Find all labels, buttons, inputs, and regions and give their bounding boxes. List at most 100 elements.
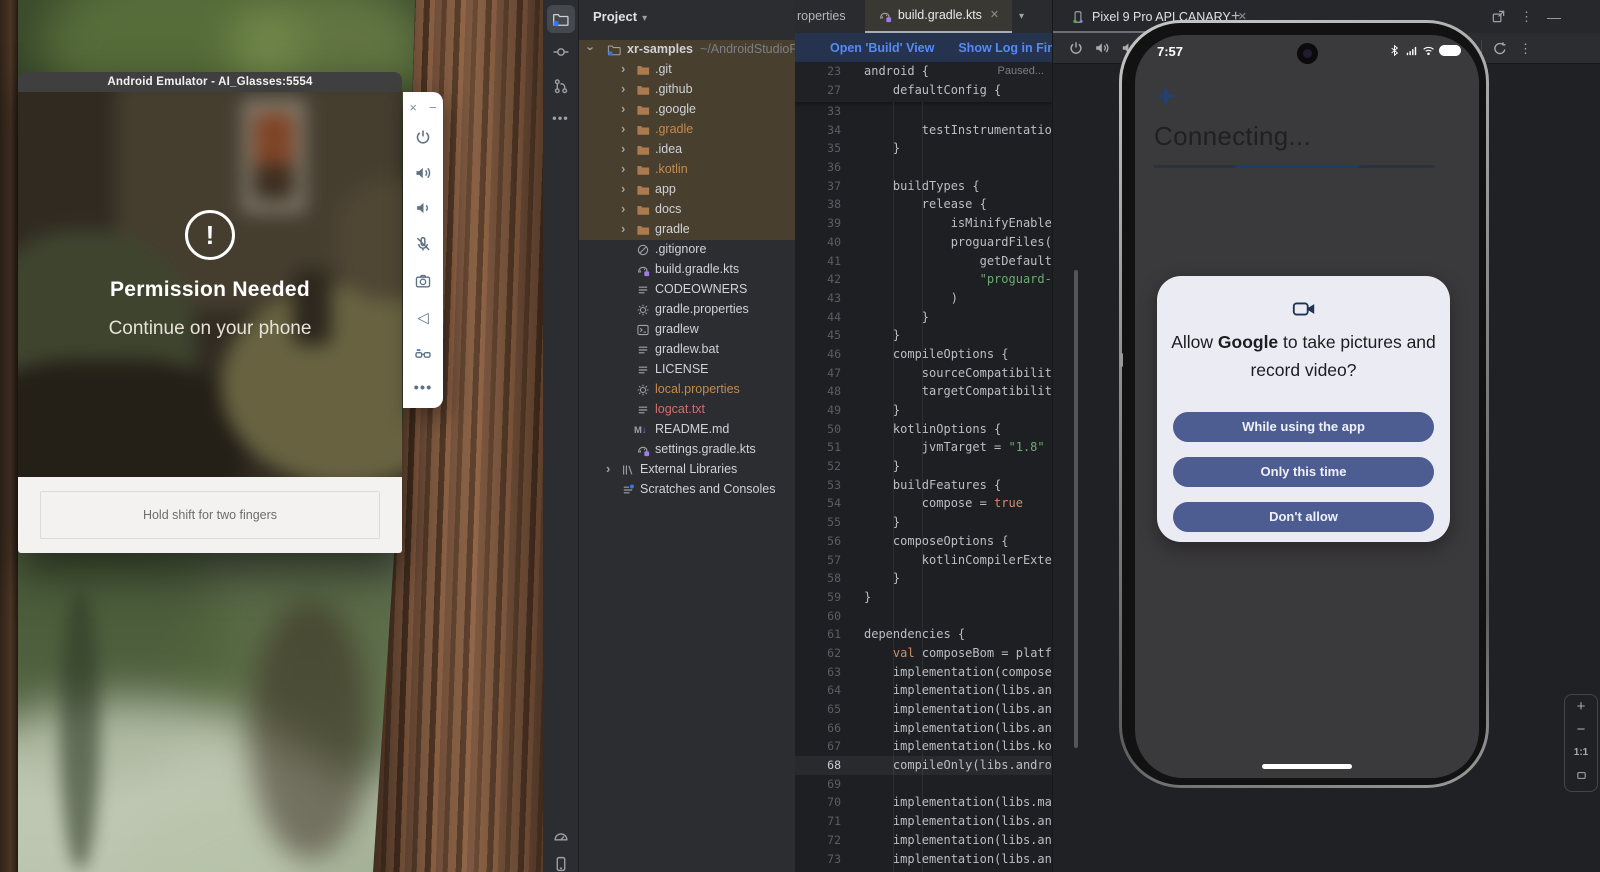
text-file-icon: [636, 403, 650, 417]
panel-options-icon[interactable]: ⋮: [1520, 9, 1533, 25]
more-tool-windows-icon[interactable]: •••: [552, 111, 569, 126]
actual-size-button[interactable]: 1:1: [1565, 741, 1597, 764]
folder-icon: [636, 143, 650, 157]
gradle-file-icon: [636, 263, 650, 277]
chevron-right-icon[interactable]: ›: [621, 161, 625, 176]
close-icon[interactable]: ×: [409, 100, 423, 115]
chevron-right-icon[interactable]: ›: [621, 101, 625, 116]
tree-item-root[interactable]: › xr-samples~/AndroidStudioProje: [579, 40, 795, 60]
project-panel-header[interactable]: Project▾: [593, 0, 647, 34]
tree-item-logcat[interactable]: logcat.txt: [579, 400, 795, 420]
library-icon: [621, 463, 635, 477]
profiler-tool-icon[interactable]: [552, 827, 569, 844]
mic-off-icon[interactable]: [414, 235, 432, 253]
tree-item-github[interactable]: ›.github: [579, 80, 795, 100]
emulator-screen[interactable]: ! Permission Needed Continue on your pho…: [18, 92, 402, 477]
folder-icon: [636, 203, 650, 217]
volume-up-icon[interactable]: [1093, 40, 1110, 57]
show-log-link[interactable]: Show Log in Finder: [958, 41, 1052, 55]
tree-item-gitignore[interactable]: .gitignore: [579, 240, 795, 260]
chevron-expanded-icon[interactable]: ›: [584, 46, 599, 50]
tree-item-gradle-wrapper[interactable]: ›gradle: [579, 220, 795, 240]
hide-panel-icon[interactable]: —: [1547, 9, 1561, 25]
text-file-icon: [636, 283, 650, 297]
permission-dialog: Allow Google to take pictures and record…: [1157, 276, 1450, 542]
pull-requests-tool-icon[interactable]: [552, 78, 569, 95]
tree-item-external-libraries[interactable]: ›External Libraries: [579, 460, 795, 480]
emulator-hint-panel: Hold shift for two fingers: [18, 477, 402, 553]
chevron-right-icon[interactable]: ›: [621, 201, 625, 216]
tree-item-gradlew[interactable]: gradlew: [579, 320, 795, 340]
zoom-in-button[interactable]: +: [1565, 695, 1597, 718]
tree-item-scratches[interactable]: Scratches and Consoles: [579, 480, 795, 500]
open-in-window-icon[interactable]: [1491, 9, 1506, 24]
close-tab-icon[interactable]: ✕: [990, 0, 999, 32]
tree-item-google[interactable]: ›.google: [579, 100, 795, 120]
while-using-app-button[interactable]: While using the app: [1173, 412, 1434, 442]
emulator-title-bar[interactable]: Android Emulator - AI_Glasses:5554: [18, 72, 402, 92]
permission-subtitle: Continue on your phone: [18, 318, 402, 340]
panel-scrollbar[interactable]: [1074, 270, 1078, 748]
hidden-tabs-icon[interactable]: ▾: [1019, 0, 1024, 33]
chevron-right-icon[interactable]: ›: [621, 61, 625, 76]
tree-item-settings-gradle[interactable]: settings.gradle.kts: [579, 440, 795, 460]
folder-icon: [636, 103, 650, 117]
project-tool-icon[interactable]: [547, 5, 575, 33]
properties-file-icon: [636, 383, 650, 397]
project-panel: Project▾ › xr-samples~/AndroidStudioProj…: [579, 0, 795, 872]
alert-icon: !: [185, 210, 235, 260]
reset-icon[interactable]: [1491, 40, 1508, 57]
folder-icon: [636, 83, 650, 97]
tab-gradle-properties[interactable]: roperties: [797, 0, 846, 33]
chevron-right-icon[interactable]: ›: [621, 181, 625, 196]
tree-item-git[interactable]: ›.git: [579, 60, 795, 80]
tree-item-idea[interactable]: ›.idea: [579, 140, 795, 160]
tree-item-codeowners[interactable]: CODEOWNERS: [579, 280, 795, 300]
tree-item-build-gradle[interactable]: build.gradle.kts: [579, 260, 795, 280]
permission-overlay: ! Permission Needed Continue on your pho…: [18, 210, 402, 340]
more-icon[interactable]: •••: [414, 381, 433, 396]
chevron-right-icon[interactable]: ›: [621, 81, 625, 96]
back-icon[interactable]: ◁: [417, 311, 429, 326]
device-manager-tool-icon[interactable]: [552, 856, 569, 872]
power-icon[interactable]: [414, 128, 432, 146]
tree-item-kotlin[interactable]: ›.kotlin: [579, 160, 795, 180]
open-build-view-link[interactable]: Open 'Build' View: [830, 41, 934, 55]
fit-to-window-icon[interactable]: [1575, 769, 1588, 782]
code-area[interactable]: 3334 testInstrumentationR35 }3637 buildT…: [795, 102, 1052, 872]
volume-down-icon[interactable]: [414, 199, 432, 217]
commit-tool-icon[interactable]: [552, 44, 569, 61]
tree-item-readme[interactable]: M↓README.md: [579, 420, 795, 440]
volume-up-icon[interactable]: [414, 164, 432, 182]
power-icon[interactable]: [1067, 40, 1084, 57]
editor-banner: Open 'Build' View Show Log in Finder: [795, 33, 1052, 62]
gradle-file-icon: [636, 443, 650, 457]
chevron-right-icon[interactable]: ›: [621, 221, 625, 236]
only-this-time-button[interactable]: Only this time: [1173, 457, 1434, 487]
device-screen[interactable]: 7:57 Connecting... A: [1135, 35, 1479, 778]
toolbar-more-icon[interactable]: ⋮: [1517, 40, 1534, 57]
tool-window-stripe: •••: [543, 0, 579, 872]
battery-icon: [1439, 45, 1461, 56]
zoom-out-button[interactable]: −: [1565, 718, 1597, 741]
minimize-icon[interactable]: −: [429, 100, 437, 115]
chevron-right-icon[interactable]: ›: [621, 121, 625, 136]
tree-item-gradle-properties[interactable]: gradle.properties: [579, 300, 795, 320]
tree-item-docs[interactable]: ›docs: [579, 200, 795, 220]
project-folder-icon: [607, 43, 621, 57]
tree-item-gradle-dir[interactable]: ›.gradle: [579, 120, 795, 140]
tree-item-gradlew-bat[interactable]: gradlew.bat: [579, 340, 795, 360]
gesture-bar[interactable]: [1262, 764, 1352, 769]
camera-icon[interactable]: [414, 272, 432, 290]
chevron-right-icon[interactable]: ›: [606, 461, 610, 476]
chevron-right-icon[interactable]: ›: [621, 141, 625, 156]
tree-item-local-properties[interactable]: local.properties: [579, 380, 795, 400]
tree-item-license[interactable]: LICENSE: [579, 360, 795, 380]
emulator-window: Android Emulator - AI_Glasses:5554 ! Per…: [18, 72, 402, 553]
sparkle-icon: [1155, 85, 1177, 107]
tree-item-app[interactable]: ›app: [579, 180, 795, 200]
glasses-icon[interactable]: [414, 345, 432, 363]
dont-allow-button[interactable]: Don't allow: [1173, 502, 1434, 532]
emulator-title: Android Emulator - AI_Glasses:5554: [107, 76, 312, 88]
tab-build-gradle-kts[interactable]: build.gradle.kts ✕: [865, 0, 1012, 33]
